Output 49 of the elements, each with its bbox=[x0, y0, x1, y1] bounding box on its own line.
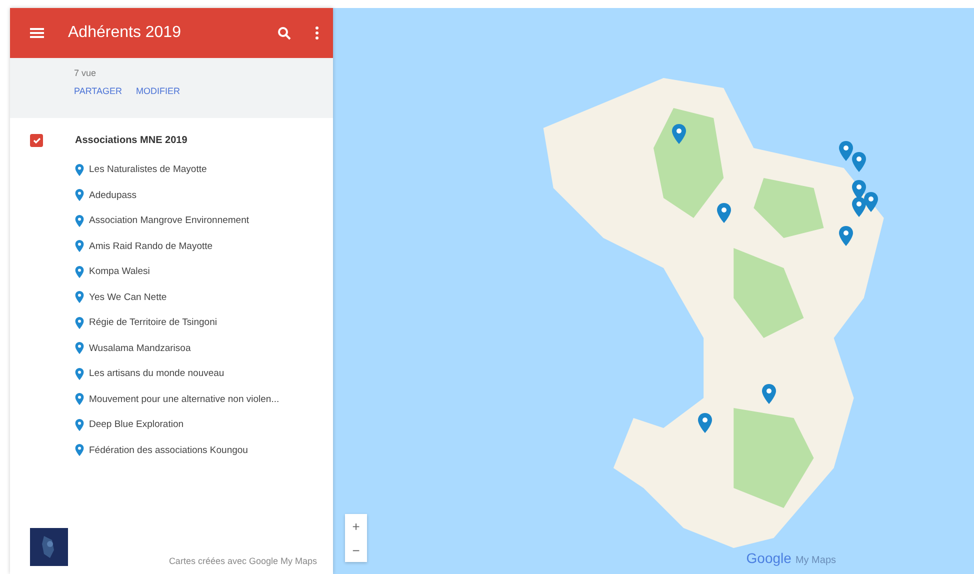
map-title: Adhérents 2019 bbox=[68, 24, 182, 42]
place-name[interactable]: Association Mangrove Environnement bbox=[89, 215, 250, 226]
place-name[interactable]: Kompa Walesi bbox=[89, 266, 150, 278]
place-name[interactable]: Mouvement pour une alternative non violen... bbox=[89, 394, 280, 405]
menu-icon[interactable] bbox=[30, 27, 44, 39]
pin-icon bbox=[75, 164, 84, 176]
action-link[interactable]: PARTAGER bbox=[74, 86, 122, 96]
pin-icon bbox=[75, 418, 84, 431]
action-link[interactable]: MODIFIER bbox=[136, 86, 180, 96]
map-pin-icon[interactable] bbox=[698, 412, 712, 432]
place-name[interactable]: Régie de Territoire de Tsingoni bbox=[89, 317, 217, 328]
pin-icon bbox=[75, 393, 84, 406]
pin-icon bbox=[75, 444, 84, 456]
map-pin-icon[interactable] bbox=[852, 152, 866, 172]
search-icon[interactable] bbox=[278, 26, 291, 40]
map-pin-icon[interactable] bbox=[838, 140, 853, 161]
layer-title: Associations MNE 2019 bbox=[75, 135, 188, 146]
place-name[interactable]: Adedupass bbox=[89, 190, 137, 201]
place-name[interactable]: Wusalama Mandzarisoa bbox=[89, 342, 191, 354]
map-pin-icon[interactable] bbox=[672, 124, 686, 144]
map-pin-icon[interactable] bbox=[762, 384, 776, 404]
more-icon[interactable] bbox=[315, 26, 319, 40]
pin-icon bbox=[75, 316, 84, 329]
pin-icon bbox=[75, 214, 84, 227]
place-name[interactable]: Les Naturalistes de Mayotte bbox=[89, 164, 207, 176]
place-name[interactable]: Fédération des associations Koungou bbox=[89, 444, 248, 456]
pin-icon bbox=[75, 189, 84, 202]
pin-icon bbox=[75, 368, 84, 380]
credit-text: Cartes créées avec Google My Maps bbox=[168, 556, 317, 566]
zoom-out-button[interactable]: − bbox=[345, 538, 367, 562]
zoom-in-button[interactable]: + bbox=[345, 514, 367, 538]
check-icon bbox=[32, 137, 40, 144]
map-thumbnail[interactable] bbox=[30, 528, 68, 566]
place-name[interactable]: Amis Raid Rando de Mayotte bbox=[89, 240, 213, 252]
pin-icon bbox=[75, 342, 84, 354]
map-pin-icon[interactable] bbox=[852, 197, 866, 218]
brand-logo: Google bbox=[746, 550, 792, 566]
layer-checkbox[interactable] bbox=[30, 134, 43, 147]
place-name[interactable]: Les artisans du monde nouveau bbox=[89, 368, 224, 380]
map-pin-icon[interactable] bbox=[838, 226, 853, 246]
view-count: 7 vue bbox=[74, 68, 98, 78]
product-name: My Maps bbox=[795, 555, 836, 566]
pin-icon bbox=[75, 291, 84, 304]
pin-icon bbox=[75, 266, 84, 278]
place-name[interactable]: Yes We Can Nette bbox=[89, 292, 167, 303]
map-pin-icon[interactable] bbox=[864, 192, 878, 212]
place-name[interactable]: Deep Blue Exploration bbox=[89, 419, 184, 430]
map-pin-icon[interactable] bbox=[717, 203, 731, 224]
pin-icon bbox=[75, 240, 84, 252]
